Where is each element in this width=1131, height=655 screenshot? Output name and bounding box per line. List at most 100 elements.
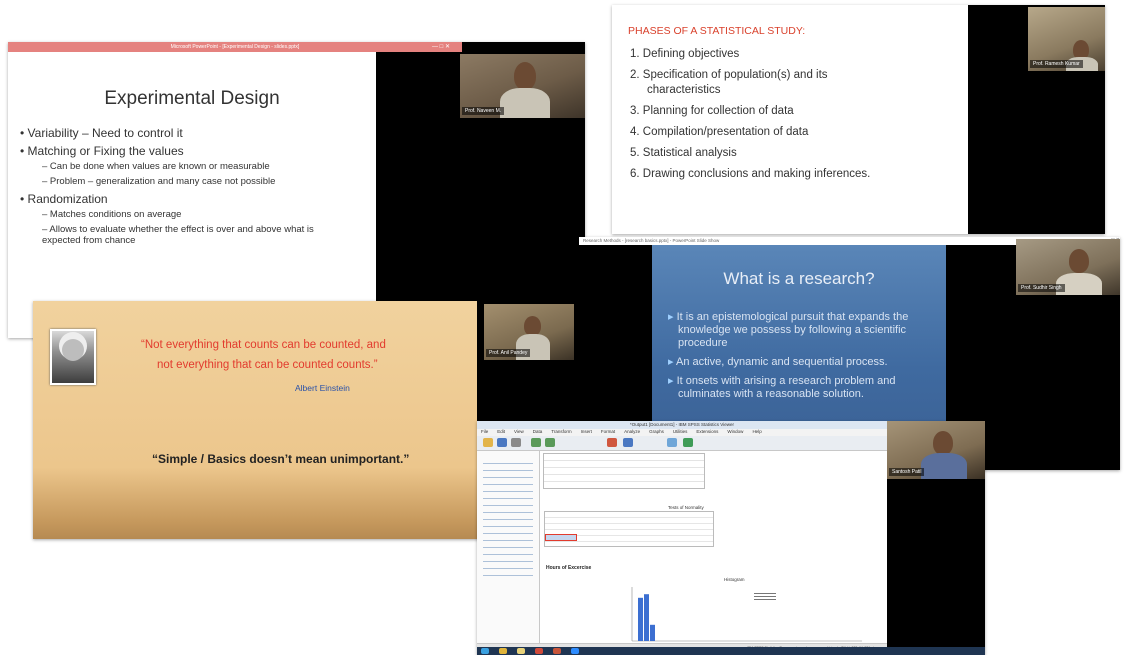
panel-statistical-study: PHASES OF A STATISTICAL STUDY: 1. Defini…: [612, 5, 1105, 234]
panel-spss-viewer: *Output1 [Document1] - IBM SPSS Statisti…: [477, 421, 985, 655]
maximize-icon[interactable]: □: [440, 44, 444, 50]
bullet-item: – Allows to evaluate whether the effect …: [42, 224, 314, 246]
spss-titlebar: *Output1 [Document1] - IBM SPSS Statisti…: [477, 421, 887, 429]
menu-help[interactable]: Help: [752, 429, 761, 434]
menu-window[interactable]: Window: [727, 429, 743, 434]
powerpoint-icon[interactable]: [553, 648, 561, 654]
outline-tree[interactable]: [483, 457, 533, 577]
spss-icon[interactable]: [535, 648, 543, 654]
presenter-video: Prof. Anil Pandey: [484, 304, 574, 360]
menu-analyze[interactable]: Analyze: [624, 429, 640, 434]
slide: Experimental Design • Variability – Need…: [8, 52, 376, 338]
presenter-body: [500, 88, 550, 118]
presenter-video: Prof. Sudhir Singh: [1016, 239, 1120, 295]
slide-heading: PHASES OF A STATISTICAL STUDY:: [628, 25, 806, 37]
menu-extensions[interactable]: Extensions: [696, 429, 718, 434]
output-outline: [477, 451, 540, 643]
variables-icon[interactable]: [683, 438, 693, 447]
start-icon[interactable]: [481, 648, 489, 654]
phase-item: 6. Drawing conclusions and making infere…: [630, 168, 871, 180]
chrome-icon[interactable]: [499, 648, 507, 654]
bullet-item: • Randomization: [20, 192, 108, 206]
scroll-divider: [376, 52, 460, 338]
histogram-bar: [638, 597, 643, 641]
quote-line-1: “Not everything that counts can be count…: [141, 339, 386, 351]
presenter-name: Prof. Naveen M.: [462, 107, 505, 115]
panel-experimental-design: Microsoft PowerPoint - [Experimental Des…: [8, 42, 585, 338]
histogram-title: Histogram: [724, 577, 745, 582]
open-icon[interactable]: [483, 438, 493, 447]
section-title: Hours of Excercise: [546, 565, 592, 571]
table-icon[interactable]: [623, 438, 633, 447]
menu-edit[interactable]: Edit: [497, 429, 505, 434]
descriptives-table: [543, 453, 705, 489]
quote-author: Albert Einstein: [295, 383, 350, 393]
bullet-arrow-icon: ▸: [668, 356, 676, 368]
save-icon[interactable]: [497, 438, 507, 447]
slide-title: What is a research?: [723, 269, 875, 288]
redo-icon[interactable]: [545, 438, 555, 447]
undo-icon[interactable]: [531, 438, 541, 447]
phase-list: 1. Defining objectives 2. Specification …: [630, 47, 870, 182]
bullet-item: ▸ An active, dynamic and sequential proc…: [668, 356, 888, 368]
presenter-name: Santosh Patil: [889, 468, 925, 476]
histogram-bar: [644, 594, 649, 641]
menu-utilities[interactable]: Utilities: [673, 429, 688, 434]
histogram-legend: [754, 591, 776, 601]
normality-table-title: Tests of Normality: [668, 505, 704, 510]
menu-transform[interactable]: Transform: [551, 429, 571, 434]
presenter-body: [921, 453, 967, 479]
bullet-item: ▸ It is an epistemological pursuit that …: [668, 311, 909, 349]
menu-data[interactable]: Data: [533, 429, 543, 434]
bullet-list: • Variability – Need to control it • Mat…: [20, 126, 360, 246]
phase-item: characteristics: [647, 84, 721, 96]
find-icon[interactable]: [667, 438, 677, 447]
selected-row[interactable]: [545, 534, 577, 541]
presenter-video: Prof. Ramesh Kumar: [1028, 7, 1105, 71]
menu-graphs[interactable]: Graphs: [649, 429, 664, 434]
presenter-video: Prof. Naveen M.: [460, 54, 585, 118]
spss-window: *Output1 [Document1] - IBM SPSS Statisti…: [477, 421, 887, 655]
menu-file[interactable]: File: [481, 429, 488, 434]
slide: “Not everything that counts can be count…: [33, 301, 477, 539]
einstein-portrait: [50, 329, 96, 385]
menu-insert[interactable]: Insert: [581, 429, 592, 434]
presenter-name: Prof. Ramesh Kumar: [1030, 60, 1083, 68]
quote-line-2: not everything that can be counted count…: [157, 359, 378, 371]
bullet-item: – Can be done when values are known or m…: [42, 161, 270, 172]
presenter-name: Prof. Sudhir Singh: [1018, 284, 1065, 292]
histogram-bar: [650, 624, 655, 641]
menu-view[interactable]: View: [514, 429, 524, 434]
chart-icon[interactable]: [607, 438, 617, 447]
powerpoint-titlebar: Microsoft PowerPoint - [Experimental Des…: [8, 42, 462, 52]
slide: PHASES OF A STATISTICAL STUDY: 1. Defini…: [612, 5, 968, 234]
normality-table: [544, 511, 714, 547]
print-icon[interactable]: [511, 438, 521, 447]
histogram-chart: [631, 587, 862, 642]
bullet-list: ▸ It is an epistemological pursuit that …: [666, 311, 924, 401]
presenter-name: Prof. Anil Pandey: [486, 349, 531, 357]
zoom-icon[interactable]: [571, 648, 579, 654]
statement: “Simple / Basics doesn’t mean unimportan…: [152, 452, 410, 466]
bullet-arrow-icon: ▸: [668, 311, 677, 323]
spss-menubar: File Edit View Data Transform Insert Format Ana…: [481, 429, 771, 436]
close-icon[interactable]: ✕: [445, 44, 450, 50]
phase-item: 2. Specification of population(s) and it…: [630, 69, 828, 81]
windows-taskbar: [477, 647, 985, 655]
phase-item: 4. Compilation/presentation of data: [630, 126, 809, 138]
spss-toolbar: [477, 436, 887, 451]
phase-item: 5. Statistical analysis: [630, 147, 737, 159]
bullet-item: – Problem – generalization and many case…: [42, 176, 276, 187]
presenter-head: [524, 316, 541, 336]
bullet-item: – Matches conditions on average: [42, 209, 182, 220]
output-content: Tests of Normality Hours of Excercise Hi…: [540, 451, 887, 643]
bullet-item: • Matching or Fixing the values: [20, 144, 184, 158]
phase-item: 3. Planning for collection of data: [630, 105, 794, 117]
menu-format[interactable]: Format: [601, 429, 615, 434]
bullet-item: ▸ It onsets with arising a research prob…: [668, 375, 896, 400]
explorer-icon[interactable]: [517, 648, 525, 654]
presenter-head: [1069, 249, 1089, 273]
slideshow-titlebar: Research Methods - [research basics.pptx…: [579, 237, 1003, 245]
minimize-icon[interactable]: —: [432, 44, 438, 50]
phase-item: 1. Defining objectives: [630, 48, 740, 60]
